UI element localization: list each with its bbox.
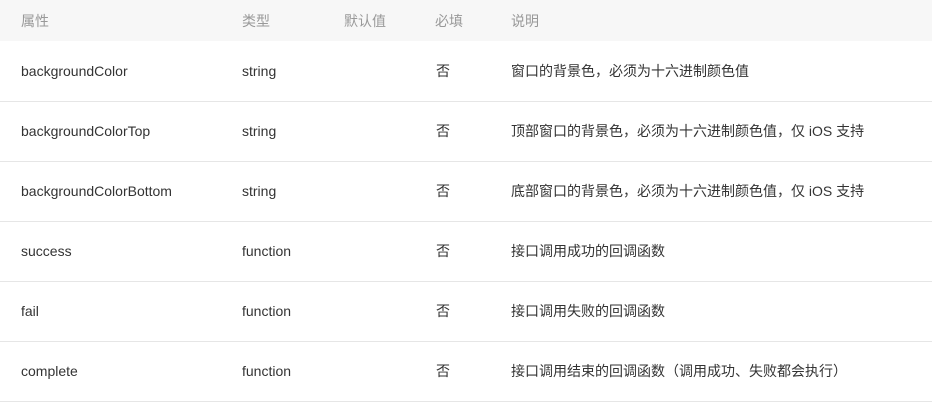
header-property: 属性 (21, 12, 49, 29)
cell-type: string (242, 62, 277, 79)
table-row: backgroundColorBottom string 否 底部窗口的背景色，… (0, 161, 932, 221)
cell-property: backgroundColor (21, 62, 128, 79)
cell-default (323, 41, 414, 101)
cell-type: function (242, 243, 292, 259)
table-body: backgroundColor string 否 窗口的背景色，必须为十六进制颜… (0, 41, 932, 401)
cell-required: 否 (436, 363, 450, 379)
cell-default (323, 341, 414, 401)
table-row: complete function 否 接口调用结束的回调函数（调用成功、失败都… (0, 341, 932, 401)
cell-required: 否 (436, 183, 450, 199)
table-row: backgroundColor string 否 窗口的背景色，必须为十六进制颜… (0, 41, 932, 101)
header-row: 属性 类型 默认值 必填 说明 (0, 0, 932, 41)
header-type: 类型 (242, 12, 270, 29)
cell-default (323, 161, 414, 221)
header-default: 默认值 (344, 12, 386, 29)
cell-description: 接口调用成功的回调函数 (511, 243, 665, 259)
cell-property: backgroundColorTop (21, 123, 151, 139)
cell-description: 顶部窗口的背景色，必须为十六进制颜色值，仅 iOS 支持 (511, 123, 865, 139)
cell-property: complete (21, 363, 78, 379)
cell-description: 窗口的背景色，必须为十六进制颜色值 (511, 62, 749, 79)
table-row: success function 否 接口调用成功的回调函数 (0, 221, 932, 281)
cell-description: 底部窗口的背景色，必须为十六进制颜色值，仅 iOS 支持 (511, 183, 865, 199)
cell-property: success (21, 243, 72, 259)
cell-required: 否 (436, 243, 450, 259)
cell-property: fail (21, 303, 39, 319)
cell-required: 否 (436, 62, 450, 79)
cell-description: 接口调用失败的回调函数 (511, 303, 665, 319)
table-header: 属性 类型 默认值 必填 说明 (0, 0, 932, 41)
cell-type: string (242, 183, 277, 199)
cell-type: string (242, 123, 277, 139)
cell-type: function (242, 363, 292, 379)
cell-default (323, 281, 414, 341)
cell-type: function (242, 303, 292, 319)
cell-default (323, 101, 414, 161)
table-row: backgroundColorTop string 否 顶部窗口的背景色，必须为… (0, 101, 932, 161)
table-row: fail function 否 接口调用失败的回调函数 (0, 281, 932, 341)
cell-default (323, 221, 414, 281)
cell-property: backgroundColorBottom (21, 183, 172, 199)
cell-required: 否 (436, 303, 450, 319)
header-required: 必填 (435, 12, 463, 29)
cell-required: 否 (436, 123, 450, 139)
cell-description: 接口调用结束的回调函数（调用成功、失败都会执行） (511, 363, 847, 379)
api-params-table: 属性 类型 默认值 必填 说明 backgroundColor string 否… (0, 0, 932, 402)
header-description: 说明 (511, 12, 539, 29)
